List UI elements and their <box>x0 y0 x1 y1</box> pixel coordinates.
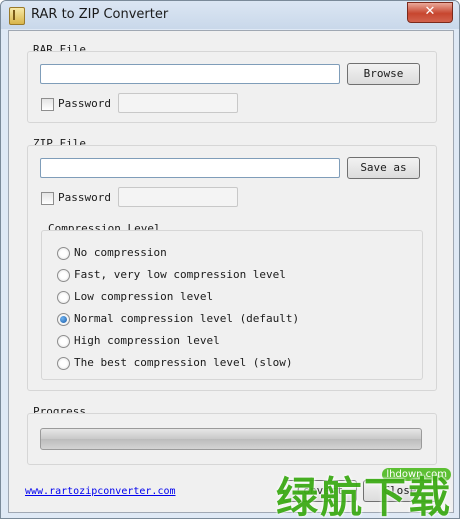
watermark: lhdown.com 绿航下载 <box>276 456 459 519</box>
compression-radio-3[interactable] <box>57 313 70 326</box>
compression-radio-1[interactable] <box>57 269 70 282</box>
client-area: RAR File Browse Password ZIP File Save a… <box>8 30 454 513</box>
website-link[interactable]: www.rartozipconverter.com <box>25 486 176 497</box>
rar-password-input[interactable] <box>118 93 238 113</box>
progress-bar <box>40 428 422 450</box>
window-title: RAR to ZIP Converter <box>31 7 169 22</box>
compression-option-label: Low compression level <box>74 290 214 303</box>
rar-password-checkbox[interactable] <box>41 98 54 111</box>
compression-option-label: Normal compression level (default) <box>74 312 300 325</box>
browse-button[interactable]: Browse <box>347 63 420 85</box>
watermark-text: 绿航下载 <box>276 473 453 519</box>
save-as-button[interactable]: Save as <box>347 157 420 179</box>
zip-password-input[interactable] <box>118 187 238 207</box>
zip-path-input[interactable] <box>40 158 340 178</box>
compression-option-label: No compression <box>74 246 167 259</box>
compression-option-label: Fast, very low compression level <box>74 268 286 281</box>
zip-password-checkbox[interactable] <box>41 192 54 205</box>
compression-radio-4[interactable] <box>57 335 70 348</box>
compression-radio-2[interactable] <box>57 291 70 304</box>
compression-radio-5[interactable] <box>57 357 70 370</box>
rar-path-input[interactable] <box>40 64 340 84</box>
compression-option-label: The best compression level (slow) <box>74 356 293 369</box>
title-bar[interactable]: RAR to ZIP Converter ✕ <box>1 1 459 29</box>
window-close-button[interactable]: ✕ <box>407 2 453 23</box>
zip-password-label: Password <box>58 191 111 204</box>
rar-password-label: Password <box>58 97 111 110</box>
archive-app-icon <box>9 7 25 25</box>
compression-option-label: High compression level <box>74 334 220 347</box>
app-window: RAR to ZIP Converter ✕ RAR File Browse P… <box>0 0 460 519</box>
compression-radio-0[interactable] <box>57 247 70 260</box>
